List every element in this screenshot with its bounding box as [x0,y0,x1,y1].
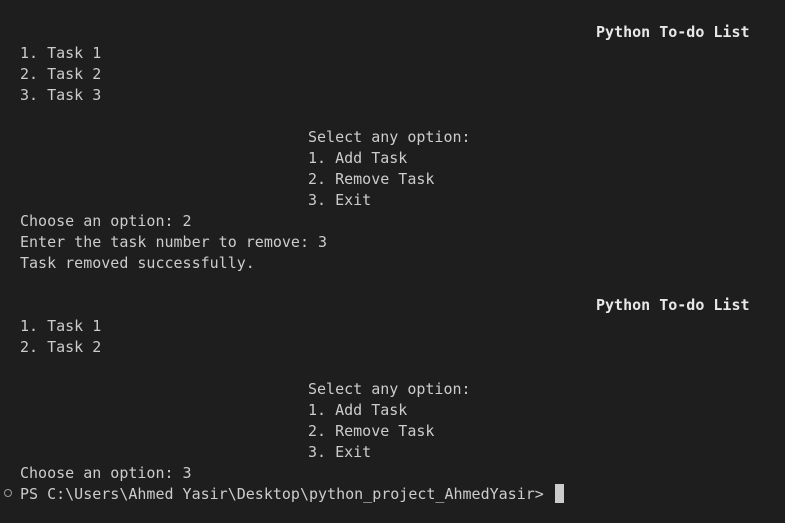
menu-heading: Select any option: [308,128,471,146]
app-title: Python To-do List [596,23,750,41]
menu-option: 2. Remove Task [308,422,435,440]
output-line: Task removed successfully. [20,254,255,272]
menu-option: 1. Add Task [308,149,408,167]
prompt-text: PS C:\Users\Ahmed Yasir\Desktop\python_p… [20,485,544,503]
task-line: 3. Task 3 [20,86,102,104]
menu-option: 3. Exit [308,443,372,461]
command-status-icon[interactable] [4,489,12,497]
task-line: 2. Task 2 [20,338,102,356]
shell-prompt[interactable]: PS C:\Users\Ahmed Yasir\Desktop\python_p… [20,484,564,505]
task-line: 2. Task 2 [20,65,102,83]
menu-option: 1. Add Task [308,401,408,419]
text-cursor [554,484,564,503]
output-line: Enter the task number to remove: 3 [20,233,328,251]
menu-heading: Select any option: [308,380,471,398]
output-line: Choose an option: 2 [20,212,192,230]
output-line: Choose an option: 3 [20,464,192,482]
terminal-panel[interactable]: Python To-do List 1. Task 1 2. Task 2 3.… [0,0,785,523]
task-line: 1. Task 1 [20,317,102,335]
menu-option: 3. Exit [308,191,372,209]
app-title: Python To-do List [596,296,750,314]
task-line: 1. Task 1 [20,44,102,62]
menu-option: 2. Remove Task [308,170,435,188]
